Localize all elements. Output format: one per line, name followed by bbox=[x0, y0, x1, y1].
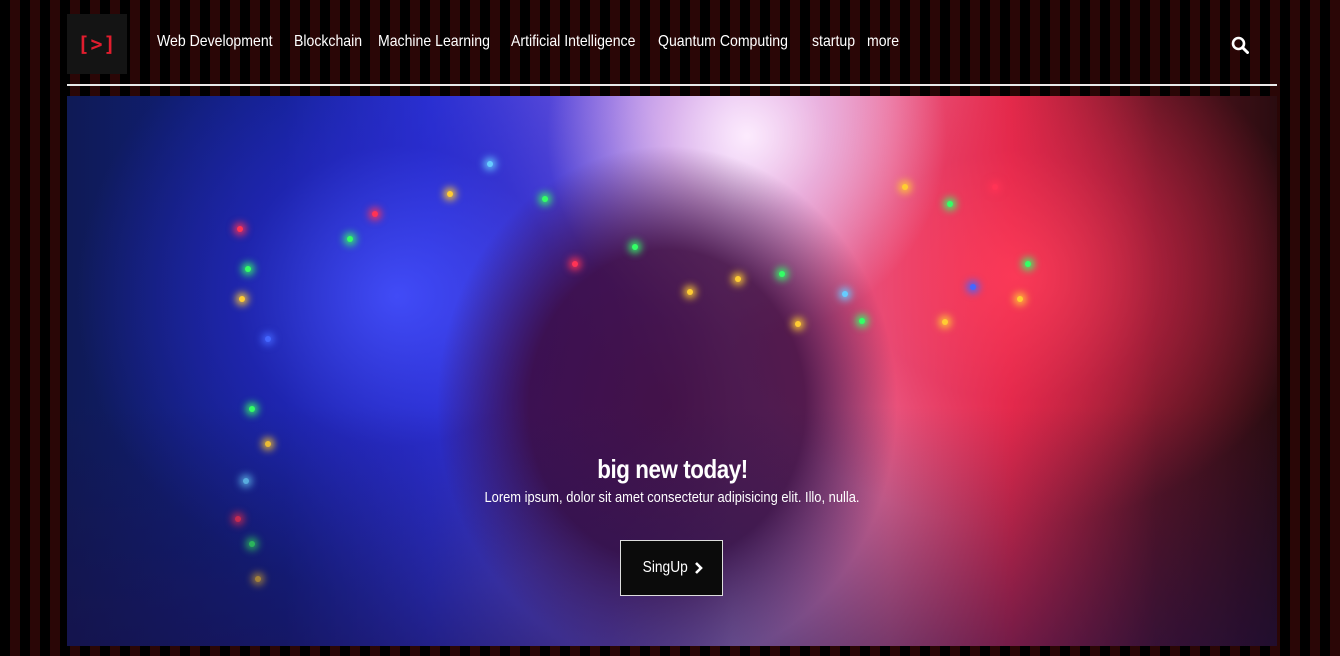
site-header: [>] Web Development Blockchain Machine L… bbox=[67, 0, 1277, 86]
nav-item-web-development[interactable]: Web Development bbox=[157, 33, 273, 51]
nav-item-artificial-intelligence[interactable]: Artificial Intelligence bbox=[511, 33, 635, 51]
nav-item-blockchain[interactable]: Blockchain bbox=[294, 33, 362, 51]
nav-item-quantum-computing[interactable]: Quantum Computing bbox=[658, 33, 788, 51]
hero-overlay bbox=[67, 406, 1277, 646]
main-nav: Web Development Blockchain Machine Learn… bbox=[157, 33, 899, 51]
hero-banner: big new today! Lorem ipsum, dolor sit am… bbox=[67, 96, 1277, 646]
nav-item-more[interactable]: more bbox=[867, 33, 899, 51]
logo[interactable]: [>] bbox=[67, 14, 127, 74]
nav-item-startup[interactable]: startup bbox=[812, 33, 855, 51]
hero-title: big new today! bbox=[596, 454, 748, 484]
chevron-right-icon bbox=[694, 562, 703, 574]
nav-item-machine-learning[interactable]: Machine Learning bbox=[378, 33, 490, 51]
hero-subtitle: Lorem ipsum, dolor sit amet consectetur … bbox=[484, 489, 860, 506]
signup-button-label: SingUp bbox=[642, 559, 689, 576]
page: [>] Web Development Blockchain Machine L… bbox=[67, 0, 1277, 656]
hero-content: big new today! Lorem ipsum, dolor sit am… bbox=[67, 454, 1277, 506]
signup-button[interactable]: SingUp bbox=[620, 540, 723, 596]
search-icon[interactable] bbox=[1231, 36, 1249, 54]
